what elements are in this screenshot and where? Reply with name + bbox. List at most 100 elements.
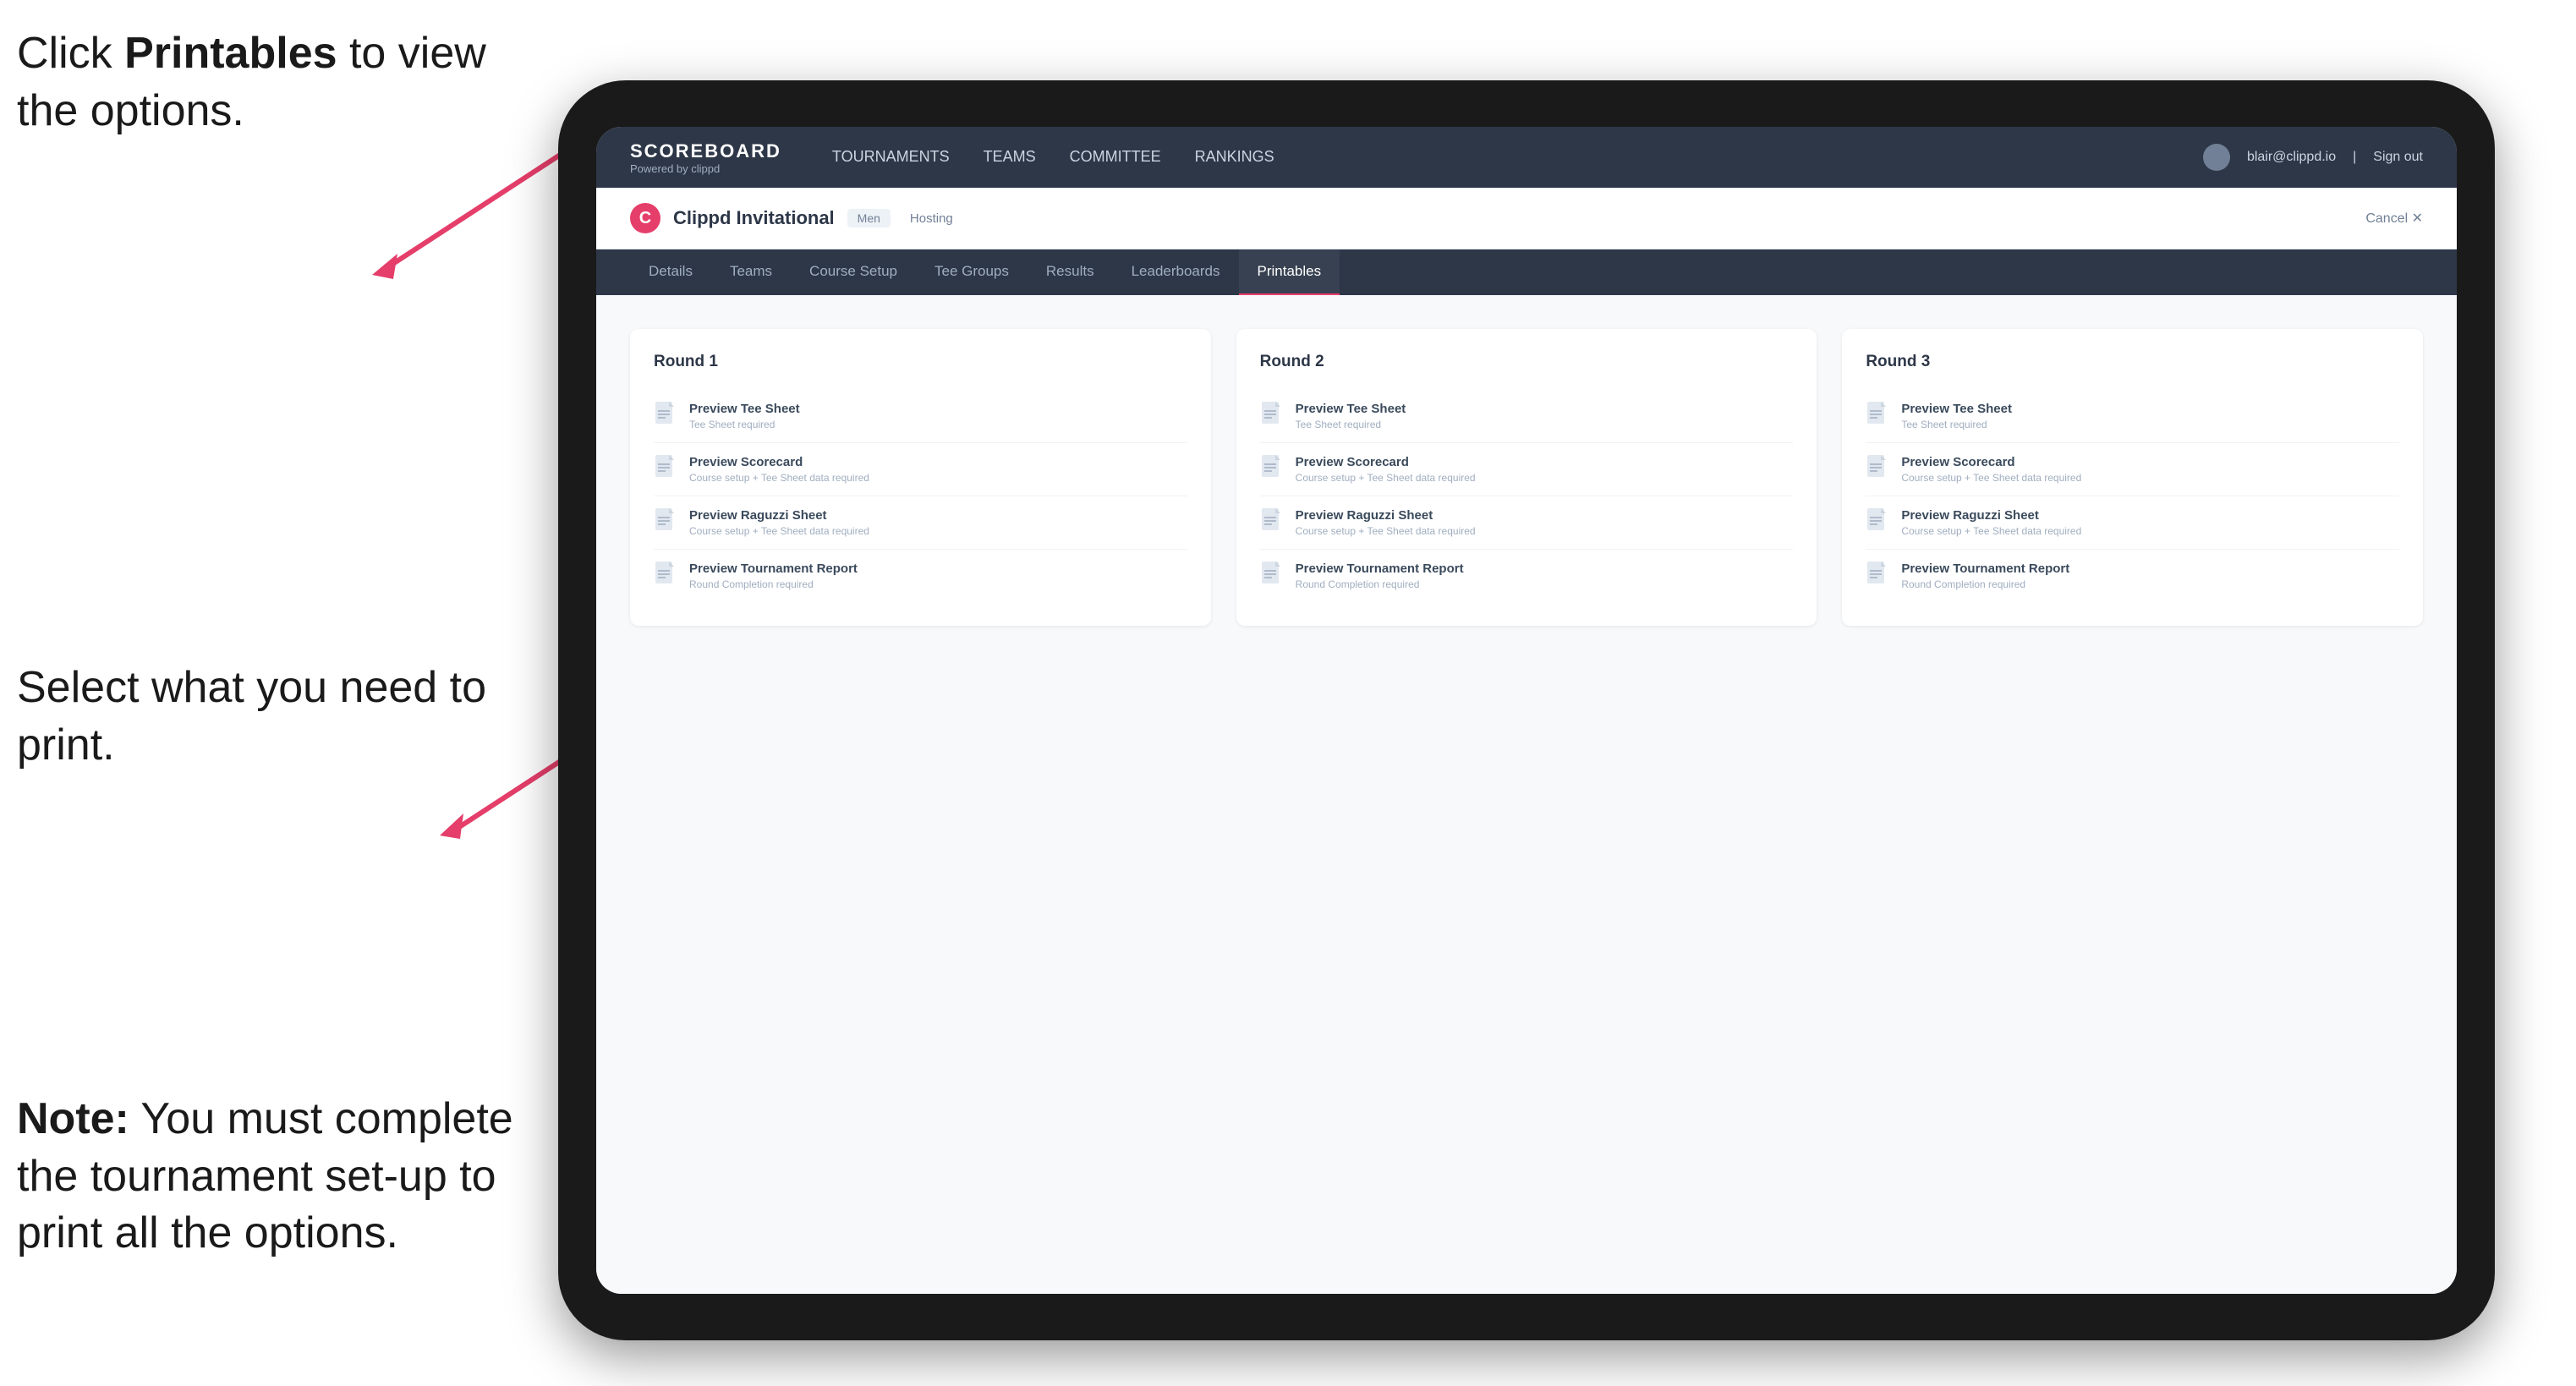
print-item-subtitle-r1-2: Course setup + Tee Sheet data required: [689, 472, 869, 484]
nav-rankings[interactable]: RANKINGS: [1195, 144, 1274, 172]
print-item-title-r2-1: Preview Tee Sheet: [1296, 402, 1406, 416]
print-item-subtitle-r3-3: Course setup + Tee Sheet data required: [1901, 525, 2081, 537]
tournament-status: Hosting: [910, 211, 953, 226]
doc-icon: [1260, 562, 1284, 589]
print-item-text-r3-1: Preview Tee Sheet Tee Sheet required: [1901, 402, 2012, 430]
annotation-printables: Click Printables to view the options.: [17, 25, 507, 140]
print-item-r2-1[interactable]: Preview Tee Sheet Tee Sheet required: [1260, 390, 1794, 443]
print-item-r2-4[interactable]: Preview Tournament Report Round Completio…: [1260, 550, 1794, 602]
print-item-r2-2[interactable]: Preview Scorecard Course setup + Tee Shee…: [1260, 443, 1794, 496]
separator: |: [2353, 150, 2356, 165]
print-item-subtitle-r1-4: Round Completion required: [689, 578, 858, 590]
brand-sub: Powered by clippd: [630, 162, 781, 175]
print-item-r3-2[interactable]: Preview ScorecardCourse setup + Tee Shee…: [1866, 443, 2399, 496]
doc-icon: [1260, 402, 1284, 429]
round-1-title: Round 1: [654, 353, 1187, 371]
tab-results[interactable]: Results: [1028, 249, 1113, 295]
print-item-title-r2-3: Preview Raguzzi Sheet: [1296, 508, 1476, 523]
print-item-r1-3[interactable]: Preview Raguzzi Sheet Course setup + Tee …: [654, 496, 1187, 550]
print-item-r1-4[interactable]: Preview Tournament Report Round Completio…: [654, 550, 1187, 602]
nav-teams[interactable]: TEAMS: [984, 144, 1036, 172]
tournament-title-row: C Clippd Invitational Men Hosting: [630, 203, 953, 233]
print-item-r3-3[interactable]: Preview Raguzzi Sheet Course setup + Tee …: [1866, 496, 2399, 550]
top-nav: SCOREBOARD Powered by clippd TOURNAMENTS…: [596, 127, 2457, 188]
tournament-logo: C: [630, 203, 660, 233]
round-1-column: Round 1 Preview Tee Sheet Tee Sheet requi…: [630, 329, 1211, 626]
print-item-subtitle-r3-2: Course setup + Tee Sheet data required: [1901, 472, 2081, 484]
print-item-subtitle-r1-1: Tee Sheet required: [689, 419, 800, 430]
sign-out-link[interactable]: Sign out: [2373, 150, 2423, 165]
doc-icon: [1260, 455, 1284, 482]
tab-teams[interactable]: Teams: [711, 249, 791, 295]
main-content: Round 1 Preview Tee Sheet Tee Sheet requi…: [596, 295, 2457, 1294]
annotation-note: Note: You must complete the tournament s…: [17, 1091, 524, 1263]
doc-icon: [1866, 562, 1889, 589]
print-item-text-r1-4: Preview Tournament Report Round Completio…: [689, 562, 858, 590]
print-item-title-r3-3: Preview Raguzzi Sheet: [1901, 508, 2081, 523]
print-item-text-r2-2: Preview Scorecard Course setup + Tee Shee…: [1296, 455, 1476, 484]
tab-course-setup[interactable]: Course Setup: [791, 249, 916, 295]
print-item-subtitle-r2-1: Tee Sheet required: [1296, 419, 1406, 430]
sub-nav: Details Teams Course Setup Tee Groups Re…: [596, 249, 2457, 295]
tablet-frame: SCOREBOARD Powered by clippd TOURNAMENTS…: [558, 80, 2495, 1340]
tournament-name: Clippd Invitational: [673, 207, 835, 229]
print-item-title-r3-1: Preview Tee Sheet: [1901, 402, 2012, 416]
print-item-title-r1-4: Preview Tournament Report: [689, 562, 858, 576]
print-item-r1-2[interactable]: Preview Scorecard Course setup + Tee Shee…: [654, 443, 1187, 496]
tab-details[interactable]: Details: [630, 249, 711, 295]
tab-printables[interactable]: Printables: [1239, 249, 1340, 295]
print-item-subtitle-r3-1: Tee Sheet required: [1901, 419, 2012, 430]
tablet-screen: SCOREBOARD Powered by clippd TOURNAMENTS…: [596, 127, 2457, 1294]
print-item-text-r1-2: Preview Scorecard Course setup + Tee Shee…: [689, 455, 869, 484]
doc-icon: [654, 508, 677, 535]
round-2-column: Round 2 Preview Tee Sheet Tee Sheet requi…: [1236, 329, 1817, 626]
print-item-subtitle-r2-2: Course setup + Tee Sheet data required: [1296, 472, 1476, 484]
print-item-r3-4[interactable]: Preview Tournament Report Round Completio…: [1866, 550, 2399, 602]
rounds-grid: Round 1 Preview Tee Sheet Tee Sheet requi…: [630, 329, 2423, 626]
print-item-subtitle-r2-3: Course setup + Tee Sheet data required: [1296, 525, 1476, 537]
brand-title: SCOREBOARD: [630, 140, 781, 162]
print-item-text-r3-4: Preview Tournament Report Round Completio…: [1901, 562, 2069, 590]
print-item-text-r1-3: Preview Raguzzi Sheet Course setup + Tee …: [689, 508, 869, 537]
doc-icon: [654, 402, 677, 429]
brand: SCOREBOARD Powered by clippd: [630, 140, 781, 175]
tab-leaderboards[interactable]: Leaderboards: [1113, 249, 1239, 295]
print-item-title-r3-4: Preview Tournament Report: [1901, 562, 2069, 576]
print-item-text-r3-3: Preview Raguzzi Sheet Course setup + Tee …: [1901, 508, 2081, 537]
tab-tee-groups[interactable]: Tee Groups: [916, 249, 1028, 295]
round-3-column: Round 3 Preview Tee Sheet Tee Sheet requi…: [1842, 329, 2423, 626]
print-item-r1-1[interactable]: Preview Tee Sheet Tee Sheet required: [654, 390, 1187, 443]
print-item-title-r2-4: Preview Tournament Report: [1296, 562, 1464, 576]
round-3-title: Round 3: [1866, 353, 2399, 371]
cancel-button[interactable]: Cancel ✕: [2365, 210, 2423, 227]
print-item-text-r1-1: Preview Tee Sheet Tee Sheet required: [689, 402, 800, 430]
nav-right: blair@clippd.io | Sign out: [2203, 144, 2423, 171]
print-item-subtitle-r2-4: Round Completion required: [1296, 578, 1464, 590]
print-item-title-r1-3: Preview Raguzzi Sheet: [689, 508, 869, 523]
nav-items: TOURNAMENTS TEAMS COMMITTEE RANKINGS: [832, 144, 2203, 172]
print-item-text-r2-3: Preview Raguzzi Sheet Course setup + Tee …: [1296, 508, 1476, 537]
print-item-text-r2-1: Preview Tee Sheet Tee Sheet required: [1296, 402, 1406, 430]
doc-icon: [654, 455, 677, 482]
user-email: blair@clippd.io: [2247, 150, 2336, 165]
print-item-title-r1-1: Preview Tee Sheet: [689, 402, 800, 416]
tournament-badge: Men: [847, 209, 891, 227]
round-2-title: Round 2: [1260, 353, 1794, 371]
print-item-title-r2-2: Preview Scorecard: [1296, 455, 1476, 469]
doc-icon: [1260, 508, 1284, 535]
print-item-r2-3[interactable]: Preview Raguzzi Sheet Course setup + Tee …: [1260, 496, 1794, 550]
print-item-r3-1[interactable]: Preview Tee Sheet Tee Sheet required: [1866, 390, 2399, 443]
doc-icon: [654, 562, 677, 589]
print-item-subtitle-r1-3: Course setup + Tee Sheet data required: [689, 525, 869, 537]
print-item-title-r1-2: Preview Scorecard: [689, 455, 869, 469]
print-item-text-r2-4: Preview Tournament Report Round Completio…: [1296, 562, 1464, 590]
doc-icon: [1866, 508, 1889, 535]
doc-icon: [1866, 455, 1889, 482]
print-item-subtitle-r3-4: Round Completion required: [1901, 578, 2069, 590]
print-item-text-r3-2: Preview ScorecardCourse setup + Tee Shee…: [1901, 455, 2081, 484]
nav-committee[interactable]: COMMITTEE: [1070, 144, 1161, 172]
doc-icon: [1866, 402, 1889, 429]
tournament-header: C Clippd Invitational Men Hosting Cancel…: [596, 188, 2457, 249]
nav-tournaments[interactable]: TOURNAMENTS: [832, 144, 950, 172]
user-avatar: [2203, 144, 2230, 171]
